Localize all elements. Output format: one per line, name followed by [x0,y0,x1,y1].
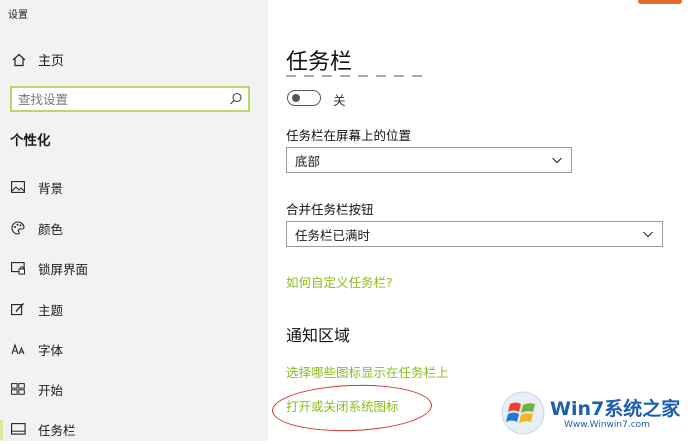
windows-logo-icon [501,391,545,435]
sidebar-item-colors[interactable]: 颜色 [0,213,268,243]
sidebar-item-taskbar[interactable]: 任务栏 [0,414,268,444]
sidebar-item-start[interactable]: 开始 [0,374,268,404]
sidebar-item-lock-screen[interactable]: 锁屏界面 [0,253,268,283]
annotation-circle [271,382,433,434]
sidebar-item-themes[interactable]: 主题 [0,294,268,324]
position-value: 底部 [295,153,321,169]
palette-icon [10,220,26,236]
sidebar-item-label: 锁屏界面 [38,261,89,277]
sidebar-item-fonts[interactable]: 字体 [0,334,268,364]
sidebar-item-label: 主题 [38,302,64,318]
toggle-state-label: 关 [333,93,346,108]
sidebar-item-background[interactable]: 背景 [0,172,268,202]
search-icon[interactable] [228,91,244,107]
window-title: 设置 [8,10,28,21]
sidebar-item-label: 字体 [38,342,64,358]
combine-value: 任务栏已满时 [295,227,371,243]
home-icon [10,51,28,69]
watermark-brand: Win7系统之家 [550,398,681,420]
section-title: 个性化 [10,133,51,149]
sidebar-item-label: 颜色 [38,221,64,237]
theme-icon [10,301,26,317]
select-icons-link[interactable]: 选择哪些图标显示在任务栏上 [286,362,449,381]
notification-area-title: 通知区域 [286,326,351,345]
image-icon [10,179,26,195]
taskbar-icon [10,421,26,437]
taskbar-toggle-switch[interactable] [287,90,321,106]
lock-screen-icon [10,260,26,276]
font-icon [10,341,26,357]
watermark-url: Www.Winwin7.com [564,420,650,430]
main-content: 任务栏 关 任务栏在屏幕上的位置 底部 合并任务栏按钮 任务栏已满时 如何自定义… [268,0,700,441]
sidebar: 设置 主页 个性化 背景 颜色 锁屏界面 主题 [0,0,268,441]
position-label: 任务栏在屏幕上的位置 [286,128,412,143]
watermark: Win7系统之家 Www.Winwin7.com [500,390,700,441]
sidebar-item-label: 主页 [38,54,65,69]
search-box[interactable] [10,86,250,112]
chevron-down-icon [642,228,654,240]
search-input[interactable] [12,88,234,110]
clipped-text-line [286,75,424,77]
sidebar-item-label: 任务栏 [38,422,76,438]
chevron-down-icon [551,154,563,166]
customize-taskbar-link[interactable]: 如何自定义任务栏? [286,272,393,291]
page-title: 任务栏 [286,50,353,75]
start-icon [10,381,26,397]
window-control-button[interactable] [638,0,682,4]
sidebar-item-label: 背景 [38,180,64,196]
toggle-knob [292,94,300,102]
sidebar-item-home[interactable]: 主页 [10,50,64,69]
position-dropdown[interactable]: 底部 [286,147,572,173]
combine-label: 合并任务栏按钮 [286,202,374,217]
sidebar-item-label: 开始 [38,382,64,398]
combine-dropdown[interactable]: 任务栏已满时 [286,221,663,247]
